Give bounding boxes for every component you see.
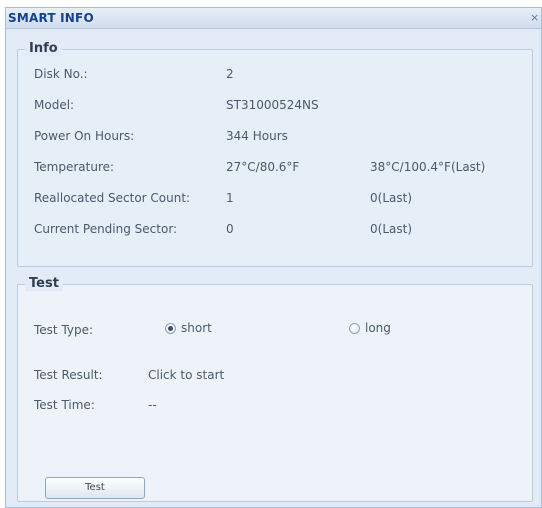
model-value: ST31000524NS [226,98,319,112]
close-icon[interactable]: × [530,12,539,24]
short-option-label[interactable]: short [181,321,212,335]
info-fieldset: Info Disk No.: 2 Model: ST31000524NS Pow… [17,41,533,267]
long-option-label[interactable]: long [365,321,391,335]
reallocated-sector-last-value: 0(Last) [370,191,412,205]
test-legend: Test [25,276,63,291]
test-time-label: Test Time: [34,398,95,412]
window-title: SMART INFO [8,11,94,25]
smart-info-window: SMART INFO × Info Disk No.: 2 Model: ST3… [5,7,542,508]
test-result-label: Test Result: [34,368,103,382]
temperature-label: Temperature: [34,160,115,174]
long-radio[interactable] [349,323,360,334]
window-body: Info Disk No.: 2 Model: ST31000524NS Pow… [7,30,539,505]
reallocated-sector-value: 1 [226,191,234,205]
temperature-last-value: 38°C/100.4°F(Last) [370,160,486,174]
window-titlebar[interactable]: SMART INFO × [6,8,541,29]
info-legend: Info [25,41,62,56]
power-on-hours-value: 344 Hours [226,129,288,143]
test-fieldset: Test Test Type: short long Test Result: … [17,276,533,502]
test-type-label: Test Type: [34,323,94,337]
pending-sector-label: Current Pending Sector: [34,222,178,236]
test-button[interactable]: Test [45,477,145,499]
model-label: Model: [34,98,75,112]
test-time-value: -- [148,398,157,412]
pending-sector-last-value: 0(Last) [370,222,412,236]
temperature-value: 27°C/80.6°F [226,160,300,174]
pending-sector-value: 0 [226,222,234,236]
reallocated-sector-label: Reallocated Sector Count: [34,191,191,205]
power-on-hours-label: Power On Hours: [34,129,135,143]
disk-no-label: Disk No.: [34,67,88,81]
test-result-value: Click to start [148,368,225,382]
disk-no-value: 2 [226,67,234,81]
short-radio[interactable] [165,323,176,334]
